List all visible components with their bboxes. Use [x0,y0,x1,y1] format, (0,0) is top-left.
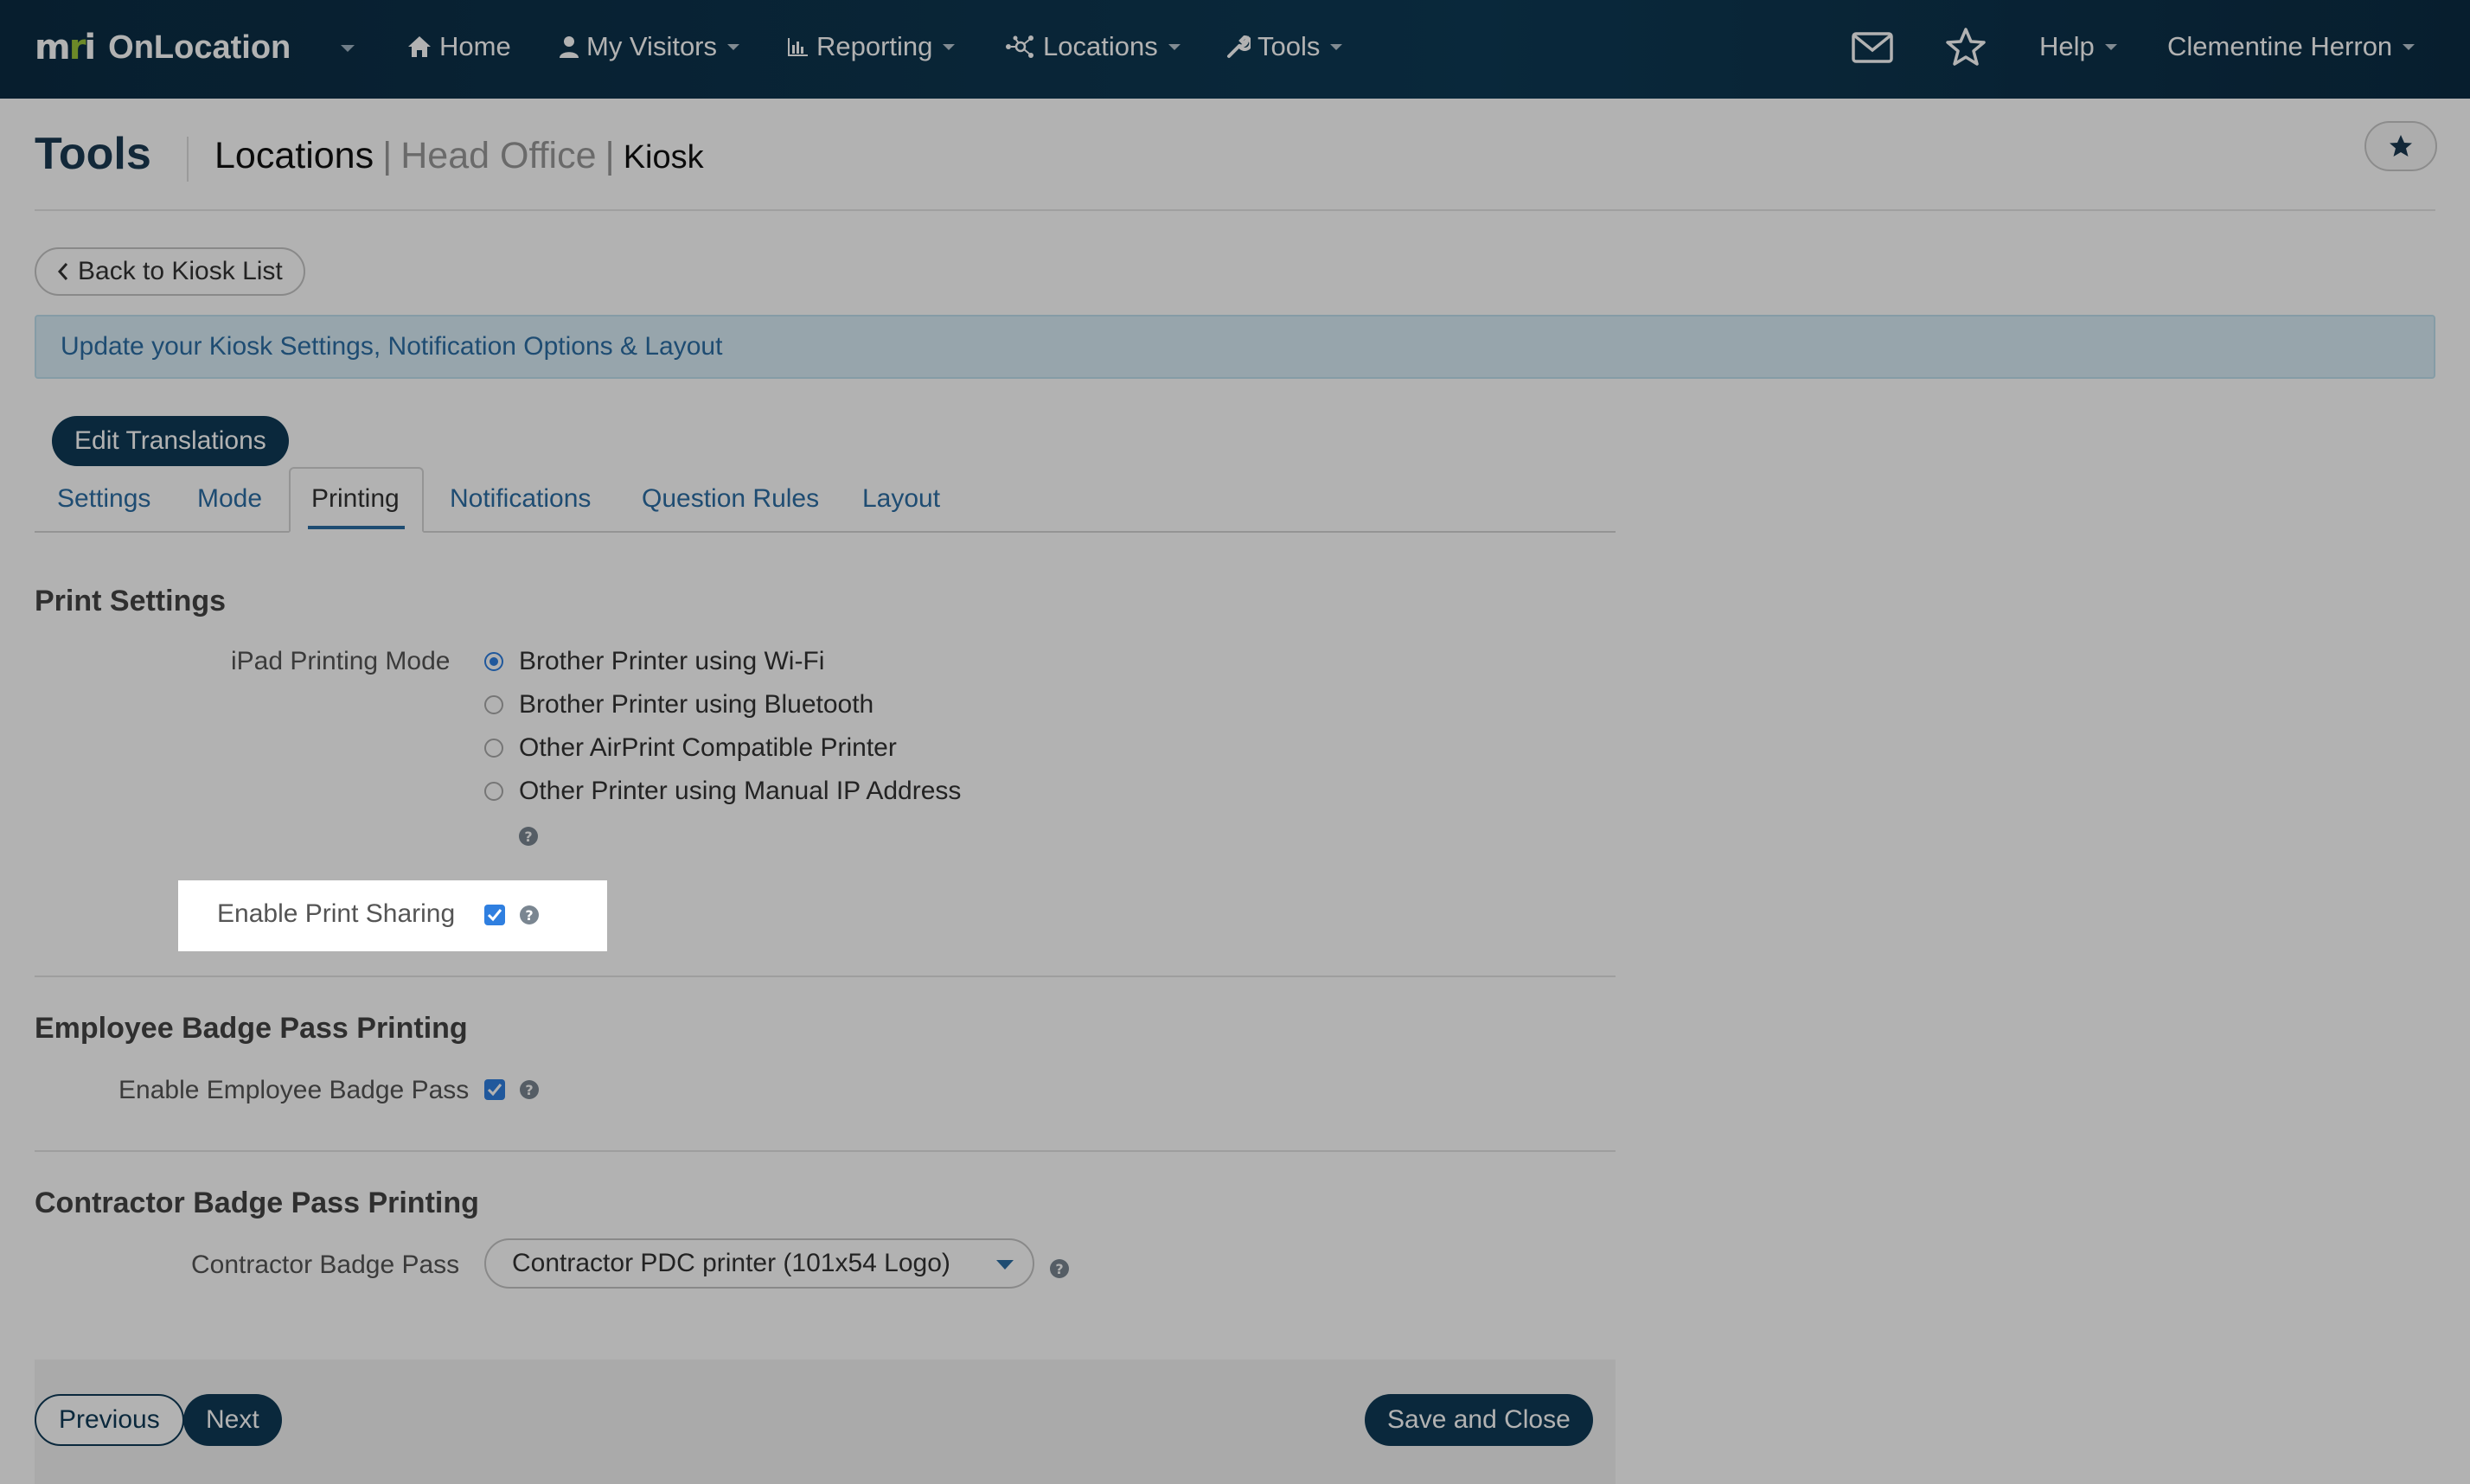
nav-home-label: Home [439,31,511,61]
radio-button[interactable] [484,695,503,714]
radio-label: Brother Printer using Bluetooth [519,690,874,719]
nav-my-visitors-label: My Visitors [586,31,718,61]
back-to-kiosk-list-button[interactable]: Back to Kiosk List [35,247,305,296]
mri-logo-mark: mri [35,28,96,67]
print-sharing-row: Enable Print Sharing ? [178,880,607,951]
radio-label: Brother Printer using Wi-Fi [519,647,825,675]
user-icon [560,36,579,58]
nav-locations-label: Locations [1043,31,1158,61]
top-navbar: mri OnLocation Home My Visitors Reportin… [0,0,2470,99]
radio-button[interactable] [484,782,503,801]
add-favorite-button[interactable] [2364,121,2437,171]
nav-my-visitors[interactable]: My Visitors [559,31,740,62]
radio-brother-wifi[interactable]: Brother Printer using Wi-Fi [484,647,824,676]
envelope-icon [1852,32,1893,63]
active-tab-indicator [308,526,405,529]
breadcrumb-kiosk: Kiosk [623,139,704,176]
previous-button[interactable]: Previous [35,1394,184,1446]
tab-mode[interactable]: Mode [197,484,262,514]
contractor-badge-pass-label: Contractor Badge Pass [191,1251,460,1279]
radio-label: Other Printer using Manual IP Address [519,777,962,805]
help-menu[interactable]: Help [2039,31,2117,62]
back-button-label: Back to Kiosk List [78,257,283,285]
enable-print-sharing-label: Enable Print Sharing [217,899,456,928]
tabs-baseline [35,531,1616,533]
enable-print-sharing-checkbox[interactable] [484,905,505,925]
tab-settings[interactable]: Settings [57,484,150,514]
checkmark-icon [487,1084,502,1097]
radio-label: Other AirPrint Compatible Printer [519,733,897,762]
section-divider [35,975,1616,977]
enable-employee-badge-checkbox[interactable] [484,1079,505,1100]
title-divider [187,137,189,182]
ipad-printing-mode-label: iPad Printing Mode [231,647,451,675]
contractor-badge-select[interactable]: Contractor PDC printer (101x54 Logo) [484,1238,1034,1289]
help-icon[interactable]: ? [520,905,539,924]
chart-icon [788,38,808,56]
breadcrumb-head-office[interactable]: Head Office [400,135,596,176]
chevron-down-icon [1168,43,1181,50]
radio-button[interactable] [484,739,503,758]
tab-printing[interactable]: Printing [311,484,400,514]
breadcrumb: Locations | Head Office | Kiosk [214,135,704,177]
help-icon[interactable]: ? [520,1080,539,1099]
help-label: Help [2039,31,2095,61]
save-and-close-button[interactable]: Save and Close [1365,1394,1593,1446]
breadcrumb-separator: | [605,135,615,176]
star-icon [2390,135,2412,157]
tab-question-rules[interactable]: Question Rules [642,484,819,514]
previous-label: Previous [59,1405,160,1434]
radio-button[interactable] [484,652,503,671]
nav-reporting[interactable]: Reporting [787,31,956,62]
chevron-down-icon [727,43,740,50]
tab-layout[interactable]: Layout [862,484,940,514]
dropdown-arrow-icon [996,1260,1014,1270]
messages-button[interactable] [1851,26,1894,74]
nav-home[interactable]: Home [406,31,511,62]
nav-locations[interactable]: Locations [1005,31,1181,62]
edit-translations-button[interactable]: Edit Translations [52,416,289,466]
app-switcher-caret-icon[interactable] [341,45,355,52]
app-name: OnLocation [108,29,291,66]
breadcrumb-separator: | [382,135,393,176]
select-value: Contractor PDC printer (101x54 Logo) [512,1249,950,1277]
network-icon [1006,35,1033,58]
radio-manual-ip[interactable]: Other Printer using Manual IP Address [484,777,961,806]
app-logo[interactable]: mri OnLocation [35,28,291,67]
checkmark-icon [487,909,502,922]
section-divider [35,1150,1616,1152]
user-menu[interactable]: Clementine Herron [2167,31,2416,62]
contractor-badge-heading: Contractor Badge Pass Printing [35,1187,479,1219]
nav-reporting-label: Reporting [816,31,933,61]
employee-badge-heading: Employee Badge Pass Printing [35,1012,468,1045]
next-button[interactable]: Next [183,1394,282,1446]
favorites-button[interactable] [1944,26,1987,74]
radio-brother-bluetooth[interactable]: Brother Printer using Bluetooth [484,690,873,720]
chevron-down-icon [2104,43,2117,50]
radio-airprint[interactable]: Other AirPrint Compatible Printer [484,733,897,763]
chevron-down-icon [943,43,956,50]
breadcrumb-locations[interactable]: Locations [214,135,374,176]
info-banner-text: Update your Kiosk Settings, Notification… [61,332,723,361]
next-label: Next [206,1405,259,1434]
home-icon [408,36,431,57]
header-divider [35,209,2435,211]
tab-notifications[interactable]: Notifications [450,484,591,514]
save-label: Save and Close [1387,1405,1571,1434]
help-icon[interactable]: ? [519,827,538,846]
star-outline-icon [1946,28,1986,66]
info-banner: Update your Kiosk Settings, Notification… [35,315,2435,379]
chevron-down-icon [1330,43,1343,50]
nav-tools[interactable]: Tools [1226,31,1343,62]
print-settings-heading: Print Settings [35,585,227,617]
chevron-down-icon [2403,43,2416,50]
enable-employee-badge-label: Enable Employee Badge Pass [118,1076,470,1104]
help-icon[interactable]: ? [1050,1259,1069,1278]
chevron-left-icon [57,263,68,280]
edit-translations-label: Edit Translations [74,426,266,455]
page-title: Tools [35,129,151,179]
wrench-icon [1227,35,1251,58]
nav-tools-label: Tools [1257,31,1321,61]
user-name: Clementine Herron [2167,31,2393,61]
